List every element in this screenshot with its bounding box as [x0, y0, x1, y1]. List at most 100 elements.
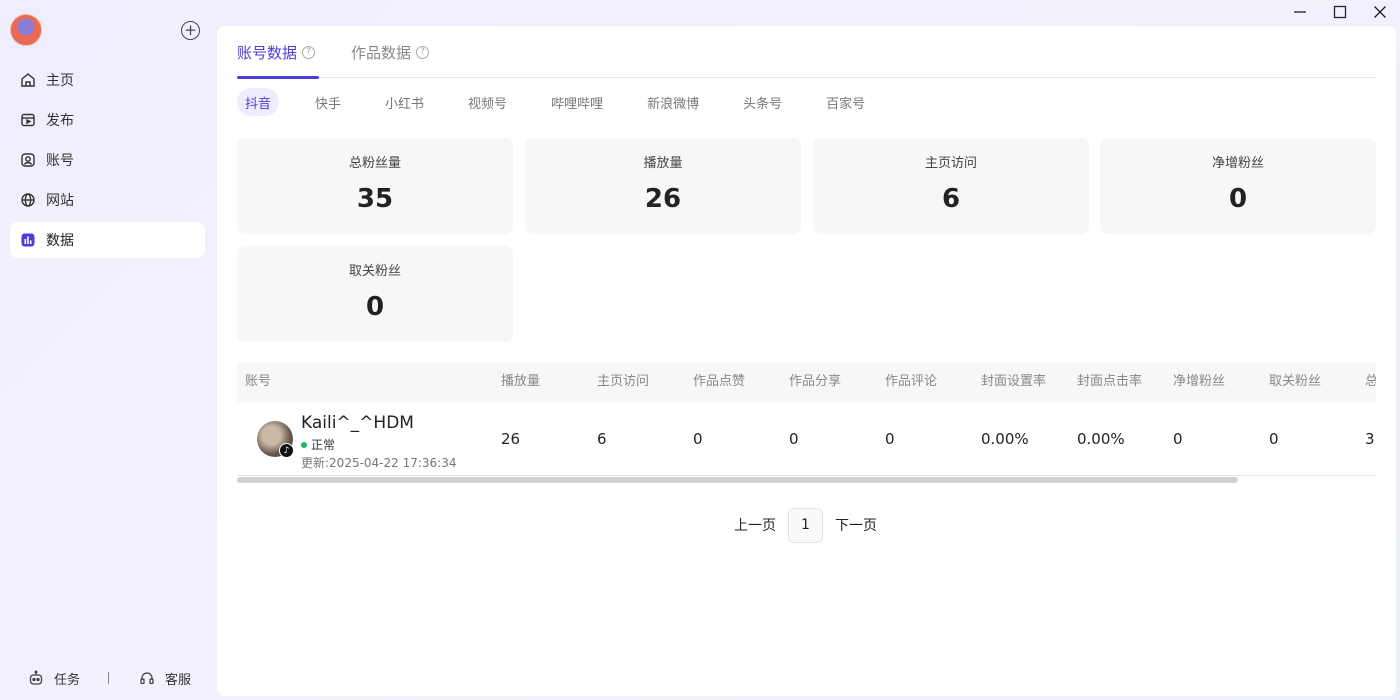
column-header: 作品点赞	[693, 374, 746, 389]
close-icon	[1374, 6, 1386, 18]
column-header: 播放量	[501, 374, 541, 389]
robot-icon	[29, 670, 43, 685]
stat-label: 主页访问	[924, 156, 977, 171]
globe-icon	[21, 193, 35, 207]
table-header: 账号 播放量 主页访问 作品点赞 作品分享 作品评论 封面设置率 封面点击率 净…	[237, 362, 1376, 402]
sidebar-item-label: 主页	[46, 73, 74, 89]
help-icon[interactable]: ?	[416, 45, 430, 59]
column-header: 作品分享	[789, 374, 842, 389]
stat-value: 0	[365, 292, 385, 322]
support-button[interactable]: 客服	[139, 669, 191, 688]
table-cell: 0	[885, 430, 895, 448]
window-controls	[1280, 0, 1400, 24]
account-data-table: 账号 播放量 主页访问 作品点赞 作品分享 作品评论 封面设置率 封面点击率 净…	[237, 362, 1376, 478]
tab-account-data[interactable]: 账号数据 ?	[237, 26, 320, 79]
maximize-button[interactable]	[1320, 0, 1360, 24]
sidebar-item-label: 网站	[46, 193, 74, 209]
help-icon[interactable]: ?	[302, 45, 316, 59]
platform-douyin[interactable]: 抖音	[237, 88, 280, 116]
table-cell: 0	[789, 430, 799, 448]
stat-label: 总粉丝量	[348, 156, 401, 171]
platform-baijiahao[interactable]: 百家号	[818, 88, 873, 116]
table-row[interactable]: ♪ Kaili^_^HDM 正常 更新:2025-04-22 17:36:34 …	[237, 402, 1376, 476]
column-header: 总	[1365, 374, 1376, 389]
table-cell: 26	[501, 430, 521, 448]
column-header: 主页访问	[597, 374, 650, 389]
status-text: 正常	[311, 438, 336, 452]
stat-value: 0	[1228, 184, 1248, 214]
maximize-icon	[1333, 5, 1347, 19]
add-account-button[interactable]: +	[181, 21, 200, 40]
account-name: Kaili^_^HDM	[301, 413, 414, 433]
pagination: 上一页 1 下一页	[734, 507, 877, 543]
table-cell: 0	[1269, 430, 1279, 448]
home-icon	[21, 73, 35, 87]
sidebar-item-home[interactable]: 主页	[10, 62, 205, 98]
account-icon	[21, 153, 35, 167]
bottom-divider	[108, 672, 110, 684]
sidebar-item-label: 发布	[46, 113, 74, 129]
status-dot-icon	[301, 441, 307, 448]
tab-label: 作品数据	[351, 43, 412, 62]
prev-page-button[interactable]: 上一页	[734, 515, 776, 535]
platform-weibo[interactable]: 新浪微博	[639, 88, 707, 116]
sidebar-item-publish[interactable]: 发布	[10, 102, 205, 138]
tasks-label: 任务	[54, 672, 81, 688]
tab-works-data[interactable]: 作品数据 ?	[351, 26, 430, 78]
sidebar-item-data[interactable]: 数据	[10, 222, 205, 258]
column-header: 封面设置率	[981, 374, 1047, 389]
chart-icon	[21, 233, 35, 247]
stat-card-net-fans: 净增粉丝 0	[1100, 138, 1376, 234]
table-cell: 0	[693, 430, 703, 448]
page-number-button[interactable]: 1	[788, 507, 823, 543]
sidebar-bottom-bar: 任务 客服	[0, 664, 217, 692]
sidebar-item-website[interactable]: 网站	[10, 182, 205, 218]
column-header: 账号	[245, 374, 272, 389]
stat-value: 35	[356, 184, 394, 214]
platform-bilibili[interactable]: 哔哩哔哩	[543, 88, 611, 116]
stat-value: 26	[644, 184, 682, 214]
sidebar-item-account[interactable]: 账号	[10, 142, 205, 178]
publish-icon	[21, 113, 35, 127]
stat-card-total-fans: 总粉丝量 35	[237, 138, 513, 234]
close-button[interactable]	[1360, 0, 1400, 24]
table-horizontal-scrollbar[interactable]	[237, 477, 1238, 483]
stat-label: 播放量	[643, 156, 683, 171]
platform-xiaohongshu[interactable]: 小红书	[377, 88, 432, 116]
table-cell: 0.00%	[981, 430, 1029, 448]
stat-label: 取关粉丝	[348, 264, 401, 279]
tasks-button[interactable]: 任务	[28, 669, 80, 688]
main-panel: 账号数据 ? 作品数据 ? 抖音 快手 小红书 视频号 哔哩哔哩 新浪微博 头条…	[217, 26, 1396, 696]
table-cell: 6	[597, 430, 607, 448]
sidebar-nav: 主页 发布 账号 网站 数据	[10, 62, 205, 262]
column-header: 取关粉丝	[1269, 374, 1322, 389]
platform-shipinhao[interactable]: 视频号	[460, 88, 515, 116]
table-cell: 0.00%	[1077, 430, 1125, 448]
support-label: 客服	[165, 672, 192, 688]
column-header: 净增粉丝	[1173, 374, 1226, 389]
account-status: 正常	[301, 436, 335, 453]
platform-filter: 抖音 快手 小红书 视频号 哔哩哔哩 新浪微博 头条号 百家号	[237, 88, 901, 116]
plus-icon: +	[184, 21, 197, 39]
next-page-button[interactable]: 下一页	[835, 515, 877, 535]
stat-card-profile-visits: 主页访问 6	[813, 138, 1089, 234]
user-avatar[interactable]	[10, 14, 42, 46]
stat-card-unfollows: 取关粉丝 0	[237, 246, 513, 342]
stat-value: 6	[941, 184, 961, 214]
stat-label: 净增粉丝	[1211, 156, 1264, 171]
minimize-icon	[1294, 11, 1306, 13]
headset-icon	[140, 672, 154, 685]
tab-label: 账号数据	[237, 43, 298, 62]
sidebar: + 主页 发布 账号 网站 数据 任务 客服	[0, 0, 217, 700]
sidebar-item-label: 数据	[46, 233, 74, 249]
account-updated-time: 更新:2025-04-22 17:36:34	[301, 456, 457, 470]
platform-toutiao[interactable]: 头条号	[735, 88, 790, 116]
minimize-button[interactable]	[1280, 0, 1320, 24]
tiktok-icon: ♪	[279, 443, 294, 458]
table-cell: 0	[1173, 430, 1183, 448]
platform-kuaishou[interactable]: 快手	[307, 88, 349, 116]
table-cell: 3	[1365, 430, 1375, 448]
sidebar-item-label: 账号	[46, 153, 74, 169]
column-header: 封面点击率	[1077, 374, 1143, 389]
stat-card-plays: 播放量 26	[525, 138, 801, 234]
